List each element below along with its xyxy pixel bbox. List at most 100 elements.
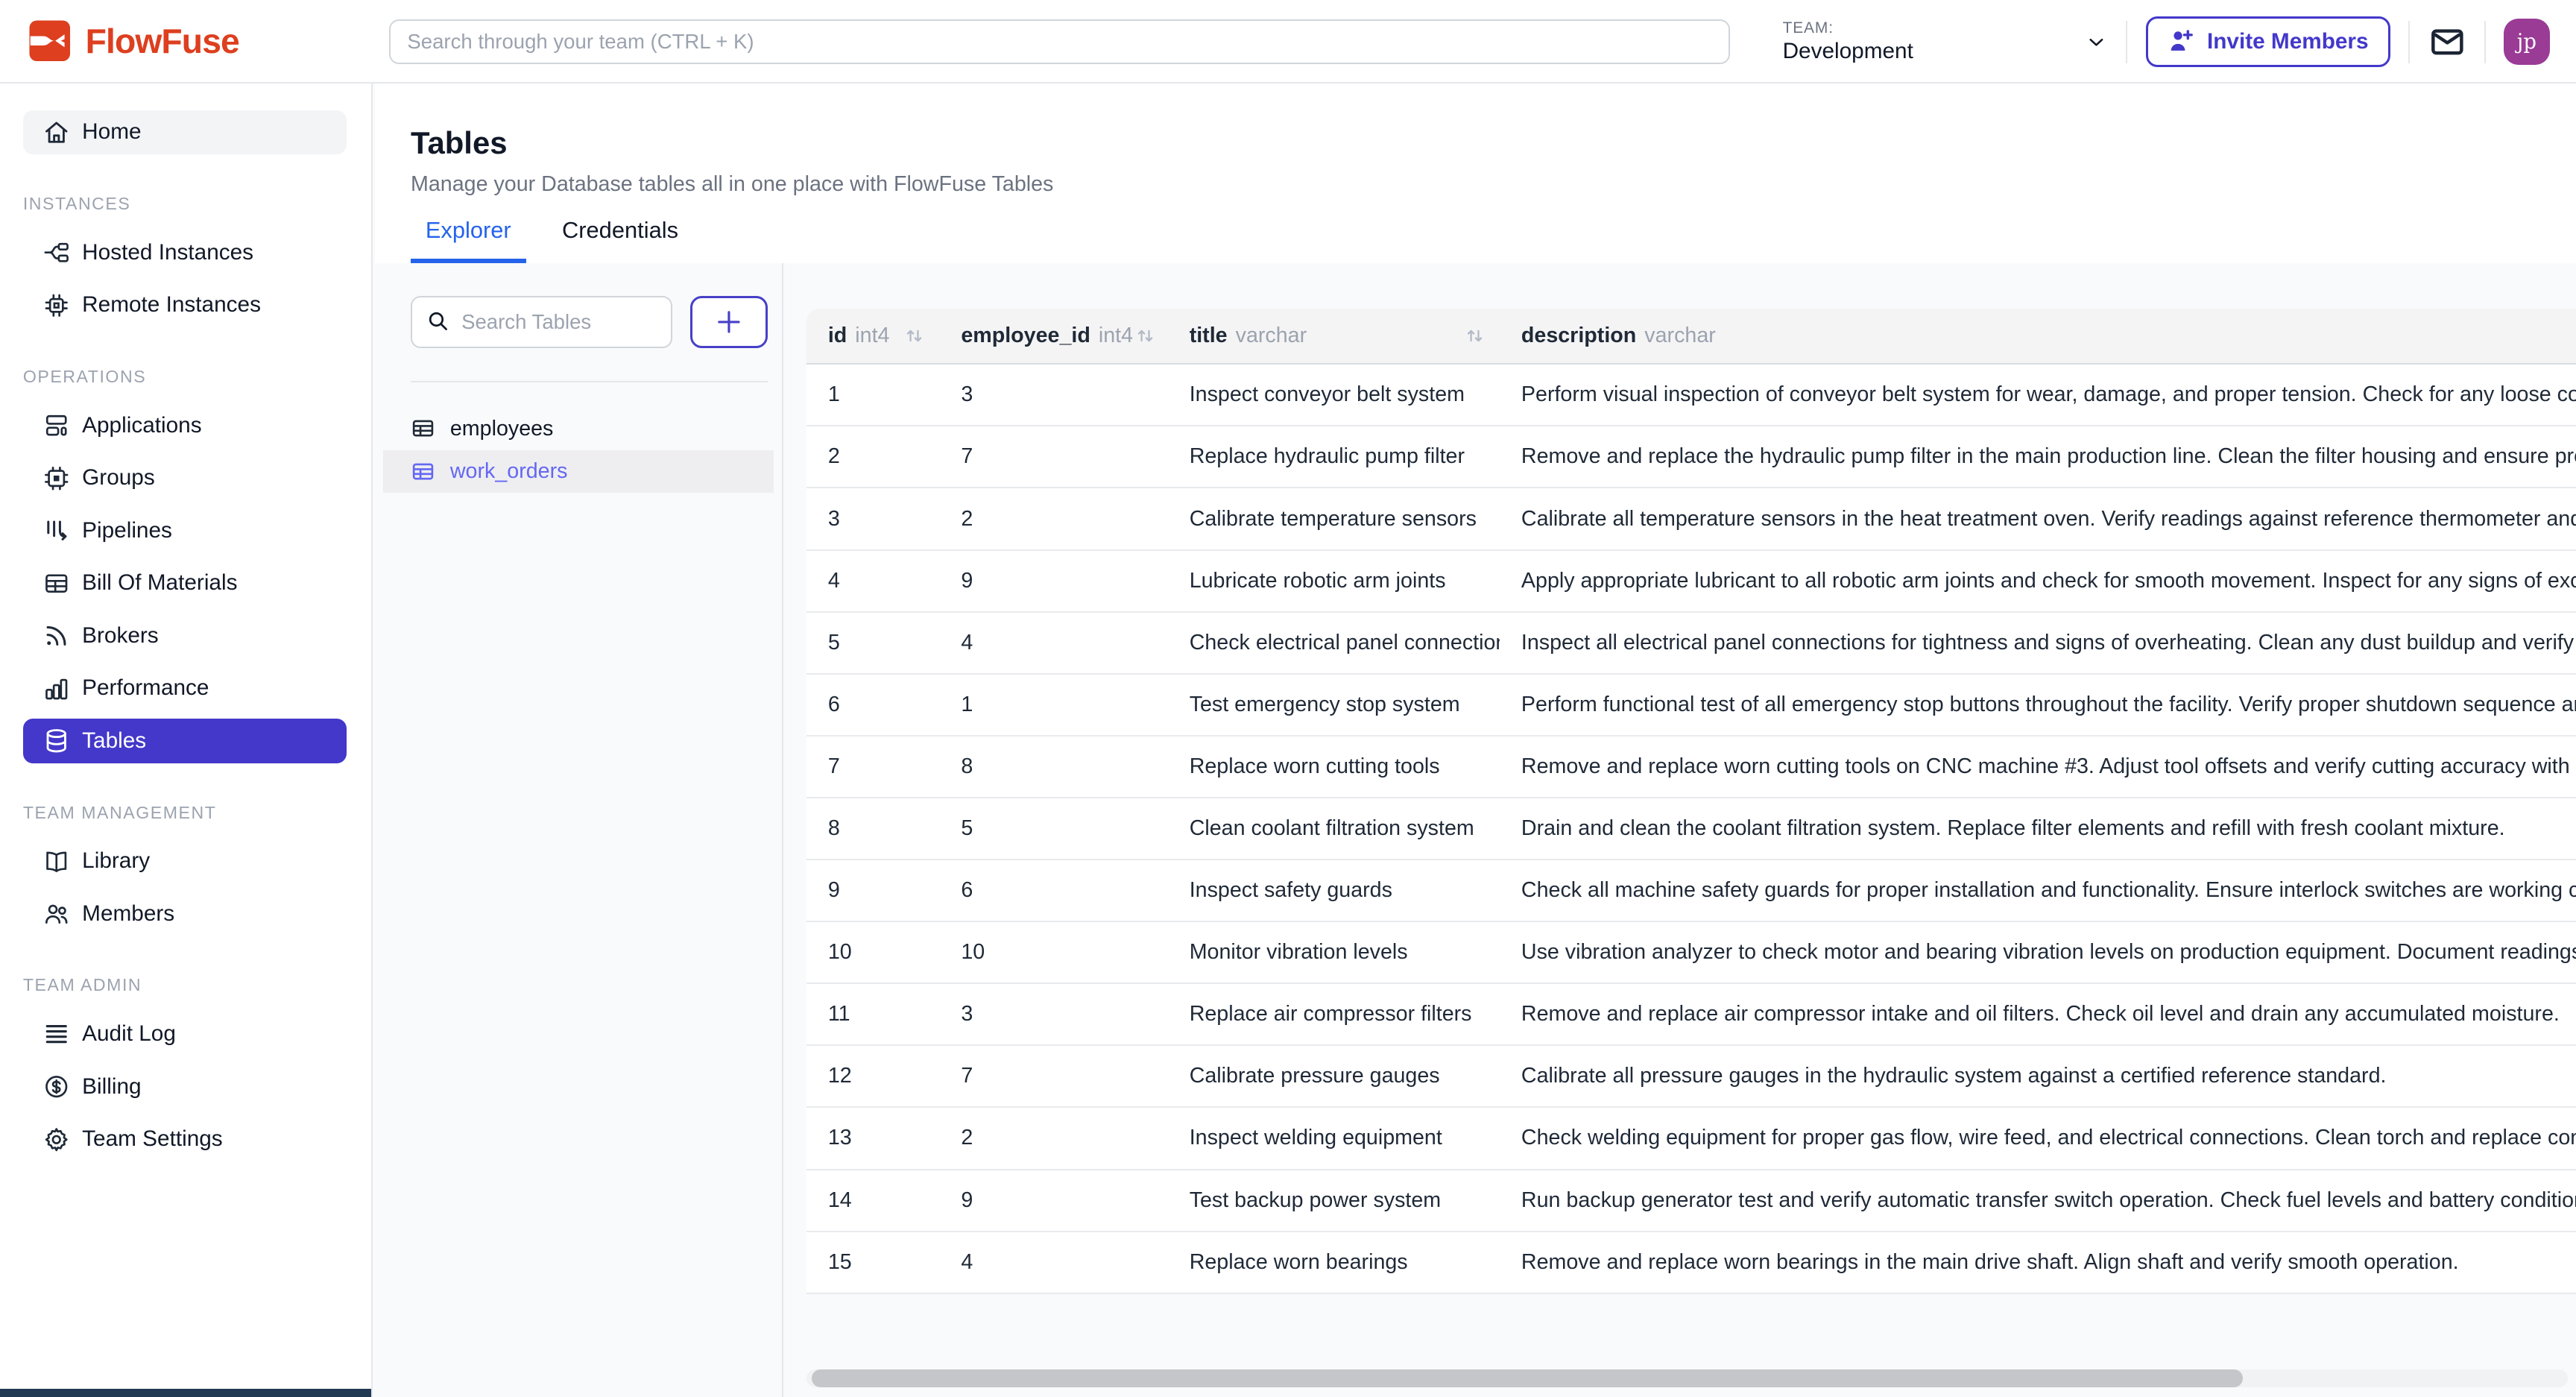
sidebar-item-team-settings[interactable]: Team Settings [23, 1117, 347, 1162]
column-header-employee-id[interactable]: employee_id int4 [940, 309, 1168, 365]
sidebar-item-label: Team Settings [82, 1126, 223, 1152]
table-row[interactable]: 27Replace hydraulic pump filterRemove an… [806, 426, 2576, 488]
horizontal-scrollbar-thumb[interactable] [812, 1369, 2243, 1387]
horizontal-scrollbar[interactable] [806, 1369, 2568, 1387]
table-name: employees [450, 417, 554, 441]
table-row[interactable]: 32Calibrate temperature sensorsCalibrate… [806, 488, 2576, 550]
cell-employee-id: 10 [940, 922, 1168, 984]
brand-name: FlowFuse [86, 21, 239, 61]
notifications-button[interactable] [2428, 23, 2466, 61]
table-row[interactable]: 1010Monitor vibration levelsUse vibratio… [806, 922, 2576, 984]
table-row[interactable]: 132Inspect welding equipmentCheck weldin… [806, 1108, 2576, 1170]
sidebar-item-audit-log[interactable]: Audit Log [23, 1012, 347, 1056]
cell-description: Calibrate all temperature sensors in the… [1500, 488, 2576, 550]
column-header-description[interactable]: description varchar [1500, 309, 2576, 365]
sidebar-item-bill-of-materials[interactable]: Bill Of Materials [23, 561, 347, 606]
column-header-id[interactable]: id int4 [806, 309, 940, 365]
sidebar-item-hosted-instances[interactable]: Hosted Instances [23, 230, 347, 275]
sort-icon[interactable] [902, 324, 926, 348]
table-row[interactable]: 78Replace worn cutting toolsRemove and r… [806, 737, 2576, 798]
sidebar-item-remote-instances[interactable]: Remote Instances [23, 283, 347, 328]
sidebar-section-team-management: TEAM MANAGEMENT [23, 803, 349, 823]
cell-employee-id: 3 [940, 984, 1168, 1046]
cell-description: Use vibration analyzer to check motor an… [1500, 922, 2576, 984]
sidebar-item-pipelines[interactable]: Pipelines [23, 508, 347, 553]
cell-description: Remove and replace worn cutting tools on… [1500, 737, 2576, 798]
column-name: employee_id [961, 324, 1090, 348]
page-title: Tables [411, 125, 2576, 161]
tab-explorer[interactable]: Explorer [411, 217, 526, 263]
cell-id: 13 [806, 1108, 940, 1170]
table-row[interactable]: 54Check electrical panel connectionsInsp… [806, 613, 2576, 675]
sidebar-item-performance[interactable]: Performance [23, 666, 347, 711]
explorer-section: employees work_orders [375, 263, 2576, 1397]
sidebar-item-groups[interactable]: Groups [23, 456, 347, 501]
table-row[interactable]: 113Replace air compressor filtersRemove … [806, 984, 2576, 1046]
invite-members-button[interactable]: Invite Members [2146, 16, 2390, 67]
person-plus-icon [2168, 28, 2195, 55]
cell-id: 3 [806, 488, 940, 550]
library-icon [42, 848, 70, 875]
sidebar-item-label: Members [82, 901, 174, 927]
cell-description: Run backup generator test and verify aut… [1500, 1170, 2576, 1232]
table-row[interactable]: 154Replace worn bearingsRemove and repla… [806, 1232, 2576, 1294]
column-name: id [828, 324, 847, 348]
tab-credentials[interactable]: Credentials [547, 217, 693, 263]
sidebar-item-applications[interactable]: Applications [23, 403, 347, 448]
sidebar-item-label: Home [82, 119, 141, 145]
audit-log-icon [42, 1020, 70, 1047]
hosted-instances-icon [42, 239, 70, 266]
cell-employee-id: 2 [940, 1108, 1168, 1170]
cell-id: 11 [806, 984, 940, 1046]
column-header-title[interactable]: title varchar [1168, 309, 1500, 365]
cell-employee-id: 9 [940, 551, 1168, 613]
sort-icon[interactable] [1133, 324, 1158, 348]
header-actions: TEAM: Development Invite Members [1783, 0, 2550, 83]
cell-title: Replace hydraulic pump filter [1168, 426, 1500, 488]
sidebar-item-members[interactable]: Members [23, 892, 347, 936]
cell-id: 8 [806, 798, 940, 860]
sidebar-item-billing[interactable]: Billing [23, 1065, 347, 1109]
cell-employee-id: 9 [940, 1170, 1168, 1232]
sort-icon[interactable] [1462, 324, 1487, 348]
column-type: int4 [855, 324, 889, 348]
table-row[interactable]: 85Clean coolant filtration systemDrain a… [806, 798, 2576, 860]
sidebar-nav: Home INSTANCES Hosted Instances Remote I… [0, 83, 373, 1397]
table-row[interactable]: 13Inspect conveyor belt systemPerform vi… [806, 365, 2576, 426]
sidebar-item-tables[interactable]: Tables [23, 719, 347, 763]
sidebar-item-home[interactable]: Home [23, 110, 347, 155]
cell-employee-id: 7 [940, 1046, 1168, 1108]
table-row[interactable]: 61Test emergency stop systemPerform func… [806, 675, 2576, 737]
user-avatar[interactable]: jp [2504, 19, 2550, 65]
cell-description: Remove and replace worn bearings in the … [1500, 1232, 2576, 1294]
cell-id: 4 [806, 551, 940, 613]
team-search-input[interactable] [389, 19, 1730, 64]
table-row[interactable]: 127Calibrate pressure gaugesCalibrate al… [806, 1046, 2576, 1108]
sidebar-item-label: Remote Instances [82, 292, 261, 318]
add-table-button[interactable] [690, 296, 768, 349]
table-row[interactable]: 149Test backup power systemRun backup ge… [806, 1170, 2576, 1232]
sidebar-item-library[interactable]: Library [23, 839, 347, 884]
column-type: varchar [1236, 324, 1307, 348]
cell-description: Apply appropriate lubricant to all robot… [1500, 551, 2576, 613]
table-header-row: id int4 employee_id int [806, 309, 2576, 365]
sidebar-item-label: Bill Of Materials [82, 570, 237, 596]
sidebar-bottom-bar [0, 1389, 373, 1397]
cell-title: Test emergency stop system [1168, 675, 1500, 737]
table-list-item-work-orders[interactable]: work_orders [383, 450, 774, 493]
cell-description: Remove and replace air compressor intake… [1500, 984, 2576, 1046]
cell-description: Drain and clean the coolant filtration s… [1500, 798, 2576, 860]
plus-icon [713, 306, 745, 338]
flowfuse-logo[interactable]: FlowFuse [28, 19, 239, 63]
invite-members-label: Invite Members [2207, 29, 2369, 54]
team-selector[interactable]: TEAM: Development [1783, 19, 2108, 64]
table-row[interactable]: 96Inspect safety guardsCheck all machine… [806, 860, 2576, 922]
table-list-item-employees[interactable]: employees [383, 407, 774, 450]
cell-id: 7 [806, 737, 940, 798]
sidebar-item-label: Billing [82, 1074, 141, 1100]
page-subtitle: Manage your Database tables all in one p… [411, 172, 2576, 197]
sidebar-item-brokers[interactable]: Brokers [23, 614, 347, 658]
table-row[interactable]: 49Lubricate robotic arm jointsApply appr… [806, 551, 2576, 613]
cell-employee-id: 4 [940, 1232, 1168, 1294]
cell-employee-id: 7 [940, 426, 1168, 488]
